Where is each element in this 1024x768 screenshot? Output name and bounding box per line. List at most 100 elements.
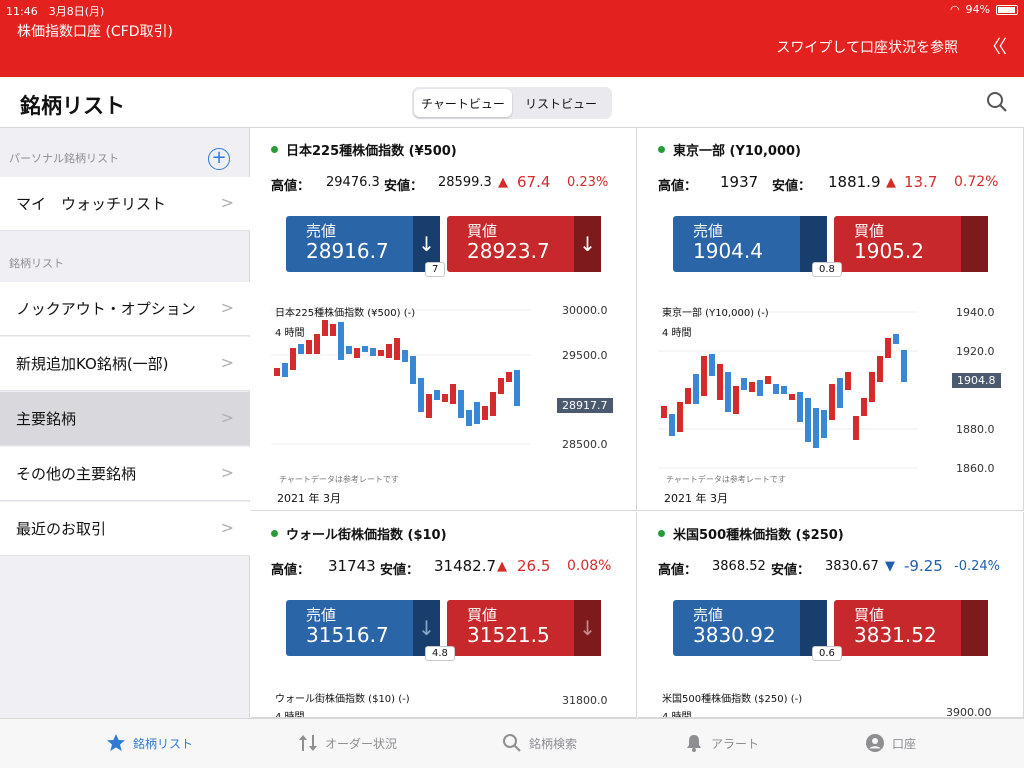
instrument-name: 東京一部 (Y10,000) [673,144,801,159]
up-arrow-icon: ▲ [497,559,507,574]
y-tick: 28500.0 [562,438,608,451]
price-chart[interactable]: 日本225種株価指数 (¥500) (-) 4 時間 30000.0 29500… [271,298,636,508]
sidebar-item-knockout[interactable]: ノックアウト・オプション > [0,282,250,336]
y-tick: 1920.0 [956,345,995,358]
tab-instrument-list[interactable]: 銘柄リスト [106,733,193,753]
chevron-right-icon: > [220,518,234,537]
sell-button[interactable]: 売値 28916.7 ↓ [286,216,440,272]
y-tick: 1880.0 [956,423,995,436]
battery-percent: 94% [965,3,990,16]
status-time: 11:46 3月8日(月) [6,5,105,18]
sell-button[interactable]: 売値 3830.92 [673,600,827,656]
sidebar-item-major[interactable]: 主要銘柄 > [0,392,250,446]
y-tick: 3900.00 [946,706,992,718]
y-tick: 31800.0 [562,694,608,707]
instrument-name: ウォール街株価指数 ($10) [286,528,447,543]
buy-button[interactable]: 買値 28923.7 ↓ [447,216,601,272]
status-dot [658,530,665,537]
collapse-chevron-icon[interactable]: 〈〈 [983,33,1007,59]
chevron-right-icon: > [220,463,234,482]
current-price-label: 28917.7 [557,398,613,413]
up-arrow-icon: ▲ [886,175,896,190]
sell-button[interactable]: 売値 1904.4 [673,216,827,272]
current-price-label: 1904.8 [952,373,1001,388]
personal-list-label: パーソナル銘柄リスト [9,152,119,165]
chevron-right-icon: > [220,353,234,372]
high-low-row: 高値： 29476.3 安値： 28599.3 ▲ 67.4 0.23% [271,173,609,194]
chart-date: 2021 年 3月 [277,492,341,505]
search-icon[interactable] [986,91,1008,113]
status-dot [271,530,278,537]
wifi-icon: ◠ [949,3,960,16]
y-tick: 30000.0 [562,304,608,317]
instrument-card-dow[interactable]: ウォール街株価指数 ($10) 高値： 31743 安値： 31482.7 ▲ … [251,512,637,718]
y-tick: 1940.0 [956,306,995,319]
bell-icon [687,735,701,752]
y-tick: 1860.0 [956,462,995,475]
chevron-right-icon: > [220,298,234,317]
down-arrow-icon: ↓ [574,600,601,656]
arrows-icon [299,735,317,751]
buy-button[interactable]: 買値 31521.5 ↓ [447,600,601,656]
status-dot [658,146,665,153]
sidebar-item-new-ko[interactable]: 新規追加KO銘柄(一部) > [0,337,250,391]
instrument-name: 米国500種株価指数 ($250) [673,528,844,543]
sidebar: パーソナル銘柄リスト + マイ ウォッチリスト > 銘柄リスト ノックアウト・オプ… [0,128,250,718]
spread-badge: 0.8 [812,262,842,277]
price-flag-icon [961,216,988,272]
page-title: 銘柄リスト [20,94,125,118]
chart-title: 日本225種株価指数 (¥500) (-) [275,308,416,319]
status-dot [271,146,278,153]
swipe-hint[interactable]: スワイプして口座状況を参照 [776,37,958,57]
sidebar-item-recent[interactable]: 最近のお取引 > [0,502,250,556]
spread-badge: 4.8 [425,646,455,661]
battery-icon [996,4,1018,15]
sidebar-item-watchlist[interactable]: マイ ウォッチリスト > [0,177,250,231]
tab-account[interactable]: 口座 [865,733,916,753]
add-list-button[interactable]: + [208,148,230,170]
app-header: 11:46 3月8日(月) ◠ 94% 株価指数口座 (CFD取引) スワイプし… [0,0,1024,77]
high-low-row: 高値： 1937 安値： 1881.9 ▲ 13.7 0.72% [658,173,999,194]
chevron-right-icon: > [220,408,234,427]
buy-button[interactable]: 買値 3831.52 [834,600,988,656]
sell-button[interactable]: 売値 31516.7 ↓ [286,600,440,656]
y-tick: 29500.0 [562,349,608,362]
chart-title: 米国500種株価指数 ($250) (-) [662,694,803,705]
tab-alert[interactable]: アラート [684,733,759,753]
spread-badge: 0.6 [812,646,842,661]
view-segmented-control: チャートビュー リストビュー [412,87,612,119]
tab-search[interactable]: 銘柄検索 [502,733,577,753]
down-arrow-icon: ▼ [885,559,895,574]
instrument-card-topix[interactable]: 東京一部 (Y10,000) 高値： 1937 安値： 1881.9 ▲ 13.… [638,128,1024,511]
spread-badge: 7 [425,262,446,277]
chart-note: チャートデータは参考レートです [666,475,786,484]
bottom-tab-bar: 銘柄リスト オーダー状況 銘柄検索 アラート 口座 [0,718,1024,768]
instrument-card-nikkei[interactable]: 日本225種株価指数 (¥500) 高値： 29476.3 安値： 28599.… [251,128,637,511]
chevron-right-icon: > [220,193,234,212]
list-view-tab[interactable]: リストビュー [512,89,610,117]
instrument-card-sp500[interactable]: 米国500種株価指数 ($250) 高値： 3868.52 安値： 3830.6… [638,512,1024,718]
title-bar: 銘柄リスト チャートビュー リストビュー [0,77,1024,128]
chart-timeframe: 4 時間 [662,328,692,339]
chart-timeframe: 4 時間 [275,712,305,718]
chart-note: チャートデータは参考レートです [279,475,399,484]
status-bar: 11:46 3月8日(月) ◠ 94% [0,2,1024,18]
star-icon [107,734,125,751]
list-section-label: 銘柄リスト [9,257,64,270]
account-title: 株価指数口座 (CFD取引) [17,24,173,40]
price-chart[interactable]: ウォール街株価指数 ($10) (-) 4 時間 31800.0 [271,686,636,718]
search-icon [503,734,521,752]
tab-order-status[interactable]: オーダー状況 [298,733,397,753]
chart-timeframe: 4 時間 [275,328,305,339]
chart-date: 2021 年 3月 [664,492,728,505]
chart-title: ウォール街株価指数 ($10) (-) [275,694,410,705]
price-chart[interactable]: 東京一部 (Y10,000) (-) 4 時間 1940.0 1920.0 18… [658,298,1023,508]
sidebar-item-other-major[interactable]: その他の主要銘柄 > [0,447,250,501]
price-chart[interactable]: 米国500種株価指数 ($250) (-) 4 時間 3900.00 [658,686,1023,718]
high-low-row: 高値： 3868.52 安値： 3830.67 ▼ -9.25 -0.24% [658,557,1000,578]
buy-button[interactable]: 買値 1905.2 [834,216,988,272]
instrument-name: 日本225種株価指数 (¥500) [286,144,457,159]
chart-view-tab[interactable]: チャートビュー [414,89,512,117]
chart-timeframe: 4 時間 [662,712,692,718]
price-flag-icon [961,600,988,656]
